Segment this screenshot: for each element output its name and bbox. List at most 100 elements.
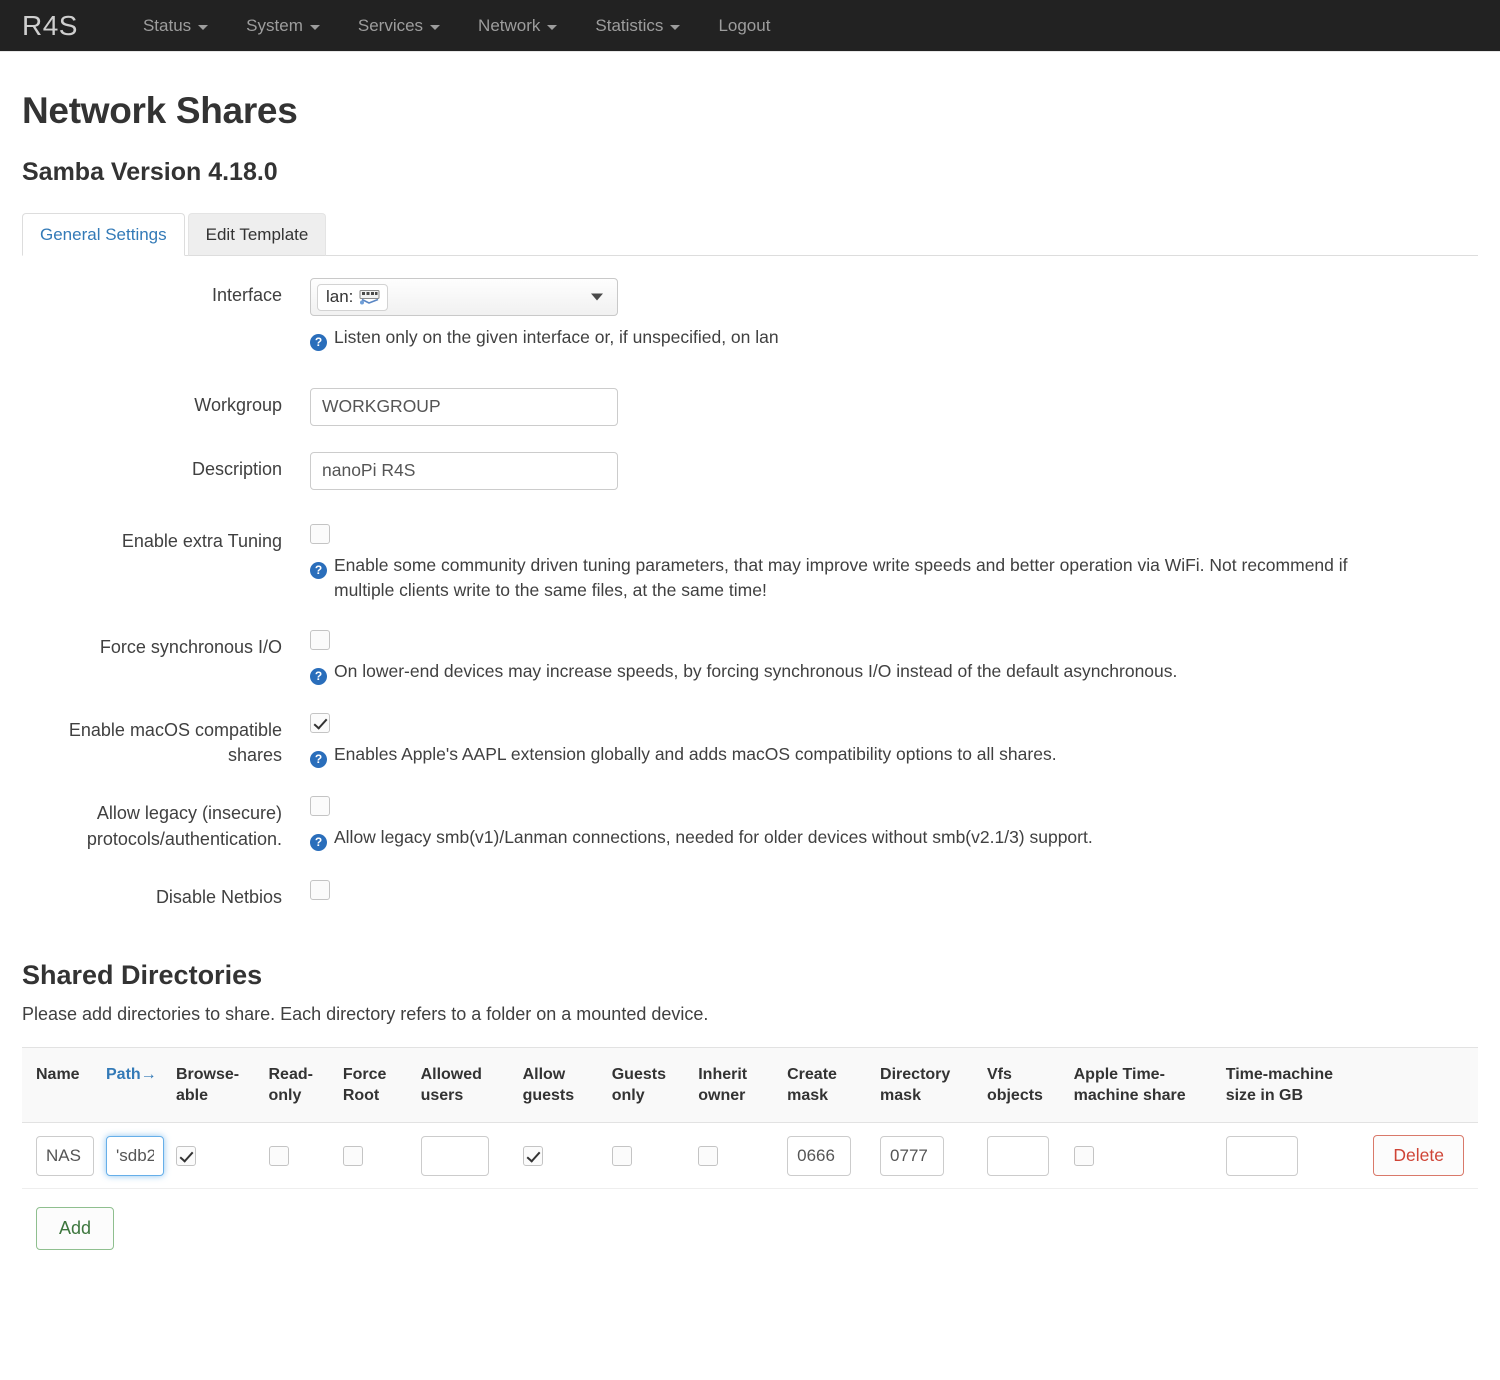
create-mask-input[interactable]	[787, 1135, 852, 1176]
macos-shares-label: Enable macOS compatible shares	[68, 719, 282, 766]
apple-timemachine-checkbox[interactable]	[1073, 1145, 1094, 1166]
cell-inherit-owner	[692, 1122, 782, 1190]
brand-logo[interactable]: R4S	[22, 11, 78, 40]
force-sync-io-hint-text: On lower-end devices may increase speeds…	[334, 660, 1178, 681]
directory-mask-input[interactable]	[880, 1135, 945, 1176]
tab-bar: General Settings Edit Template	[22, 213, 1478, 257]
extra-tuning-checkbox[interactable]	[310, 523, 330, 544]
shared-directories-description: Please add directories to share. Each di…	[22, 1004, 709, 1025]
delete-button[interactable]: Delete	[1373, 1135, 1464, 1177]
column-header-create-mask: Create mask	[781, 1047, 875, 1124]
field-row-extra-tuning: Enable extra Tuning ? Enable some commun…	[22, 520, 1478, 604]
column-header-path[interactable]: Path→	[100, 1047, 170, 1124]
nav-item-statistics[interactable]: Statistics	[576, 17, 699, 34]
table-header-row: Name Path→ Browse-able Read-only Force R…	[22, 1047, 1478, 1124]
readonly-checkbox[interactable]	[268, 1145, 289, 1166]
cell-timemachine-size	[1219, 1122, 1368, 1190]
page-container: Network Shares Samba Version 4.18.0 Gene…	[0, 90, 1500, 1251]
interface-selected-token: lan:	[317, 284, 389, 311]
ethernet-network-icon	[359, 289, 380, 305]
cell-path	[100, 1122, 170, 1190]
chevron-down-icon	[670, 24, 681, 30]
column-header-guests-only: Guests only	[605, 1047, 693, 1124]
browseable-checkbox[interactable]	[176, 1145, 196, 1166]
interface-hint: ? Listen only on the given interface or,…	[310, 325, 1370, 353]
column-header-vfs-objects: Vfs objects	[980, 1047, 1068, 1124]
interface-selected-label: lan:	[326, 287, 354, 307]
help-icon: ?	[310, 662, 327, 687]
extra-tuning-hint-text: Enable some community driven tuning para…	[334, 554, 1348, 601]
vfs-objects-input[interactable]	[986, 1135, 1049, 1176]
macos-shares-hint: ? Enables Apple's AAPL extension globall…	[310, 742, 1370, 770]
cell-vfs-objects	[980, 1122, 1068, 1190]
macos-shares-checkbox[interactable]	[310, 712, 330, 733]
disable-netbios-checkbox[interactable]	[310, 879, 330, 900]
help-icon: ?	[310, 745, 327, 770]
nav-item-logout[interactable]: Logout	[699, 17, 789, 34]
table-row: Delete	[22, 1122, 1478, 1190]
tab-general-settings[interactable]: General Settings	[22, 213, 185, 257]
nav-item-label: Services	[357, 16, 424, 35]
interface-select[interactable]: lan:	[310, 278, 618, 317]
cell-allow-guests	[516, 1122, 606, 1190]
macos-shares-hint-text: Enables Apple's AAPL extension globally …	[334, 743, 1057, 764]
field-row-disable-netbios: Disable Netbios	[22, 876, 1478, 911]
allow-guests-checkbox[interactable]	[522, 1145, 543, 1166]
force-root-checkbox[interactable]	[342, 1145, 363, 1166]
column-header-inherit-owner: Inherit owner	[692, 1047, 782, 1124]
top-navbar: R4S Status System Services Network Stati…	[0, 0, 1500, 52]
nav-item-services[interactable]: Services	[339, 17, 459, 34]
field-row-workgroup: Workgroup	[22, 384, 1478, 426]
cell-allowed-users	[414, 1122, 517, 1190]
field-row-legacy-protocols: Allow legacy (insecure) protocols/authen…	[22, 792, 1478, 853]
column-header-browseable: Browse-able	[170, 1047, 263, 1124]
cell-force-root	[336, 1122, 415, 1190]
cell-name	[22, 1122, 100, 1190]
table-header: Name Path→ Browse-able Read-only Force R…	[22, 1047, 1478, 1124]
nav-item-system[interactable]: System	[227, 17, 339, 34]
page-title: Network Shares	[22, 90, 298, 131]
legacy-protocols-hint-text: Allow legacy smb(v1)/Lanman connections,…	[334, 827, 1093, 848]
general-settings-form: Interface lan: ? Listen only on the give…	[22, 256, 1478, 910]
legacy-protocols-checkbox[interactable]	[310, 796, 330, 817]
nav-item-label: System	[246, 16, 303, 35]
legacy-protocols-label: Allow legacy (insecure) protocols/authen…	[86, 803, 282, 849]
field-row-macos-shares: Enable macOS compatible shares ? Enables…	[22, 709, 1478, 770]
timemachine-size-input[interactable]	[1225, 1135, 1298, 1176]
column-header-force-root: Force Root	[336, 1047, 415, 1124]
interface-label: Interface	[211, 285, 282, 306]
nav-item-label: Statistics	[595, 16, 664, 35]
cell-apple-timemachine-share	[1067, 1122, 1220, 1190]
force-sync-io-label: Force synchronous I/O	[99, 636, 282, 657]
nav-item-label: Logout	[718, 16, 771, 35]
guests-only-checkbox[interactable]	[611, 1145, 632, 1166]
table-body: Delete	[22, 1122, 1478, 1190]
chevron-down-icon	[309, 24, 320, 30]
workgroup-label: Workgroup	[194, 394, 282, 415]
share-name-input[interactable]	[36, 1135, 94, 1176]
path-sort-link[interactable]: Path→	[106, 1066, 157, 1083]
column-header-name: Name	[22, 1047, 100, 1124]
chevron-down-icon	[430, 24, 441, 30]
field-row-force-sync-io: Force synchronous I/O ? On lower-end dev…	[22, 626, 1478, 687]
page-subtitle: Samba Version 4.18.0	[22, 158, 278, 186]
column-header-apple-timemachine-share: Apple Time-machine share	[1067, 1047, 1220, 1124]
description-input[interactable]	[310, 451, 618, 490]
share-path-input[interactable]	[106, 1135, 164, 1176]
tab-edit-template[interactable]: Edit Template	[187, 213, 327, 257]
column-header-readonly: Read-only	[262, 1047, 337, 1124]
workgroup-input[interactable]	[310, 387, 618, 426]
nav-item-network[interactable]: Network	[459, 17, 576, 34]
column-header-directory-mask: Directory mask	[874, 1047, 981, 1124]
nav-item-status[interactable]: Status	[124, 17, 227, 34]
force-sync-io-checkbox[interactable]	[310, 629, 330, 650]
allowed-users-input[interactable]	[420, 1135, 489, 1176]
nav-item-label: Network	[478, 16, 541, 35]
add-button[interactable]: Add	[36, 1207, 115, 1251]
cell-browseable	[170, 1122, 263, 1190]
inherit-owner-checkbox[interactable]	[698, 1145, 719, 1166]
nav-item-label: Status	[142, 16, 192, 35]
extra-tuning-label: Enable extra Tuning	[121, 530, 282, 551]
column-header-allow-guests: Allow guests	[516, 1047, 606, 1124]
help-icon: ?	[310, 828, 327, 853]
